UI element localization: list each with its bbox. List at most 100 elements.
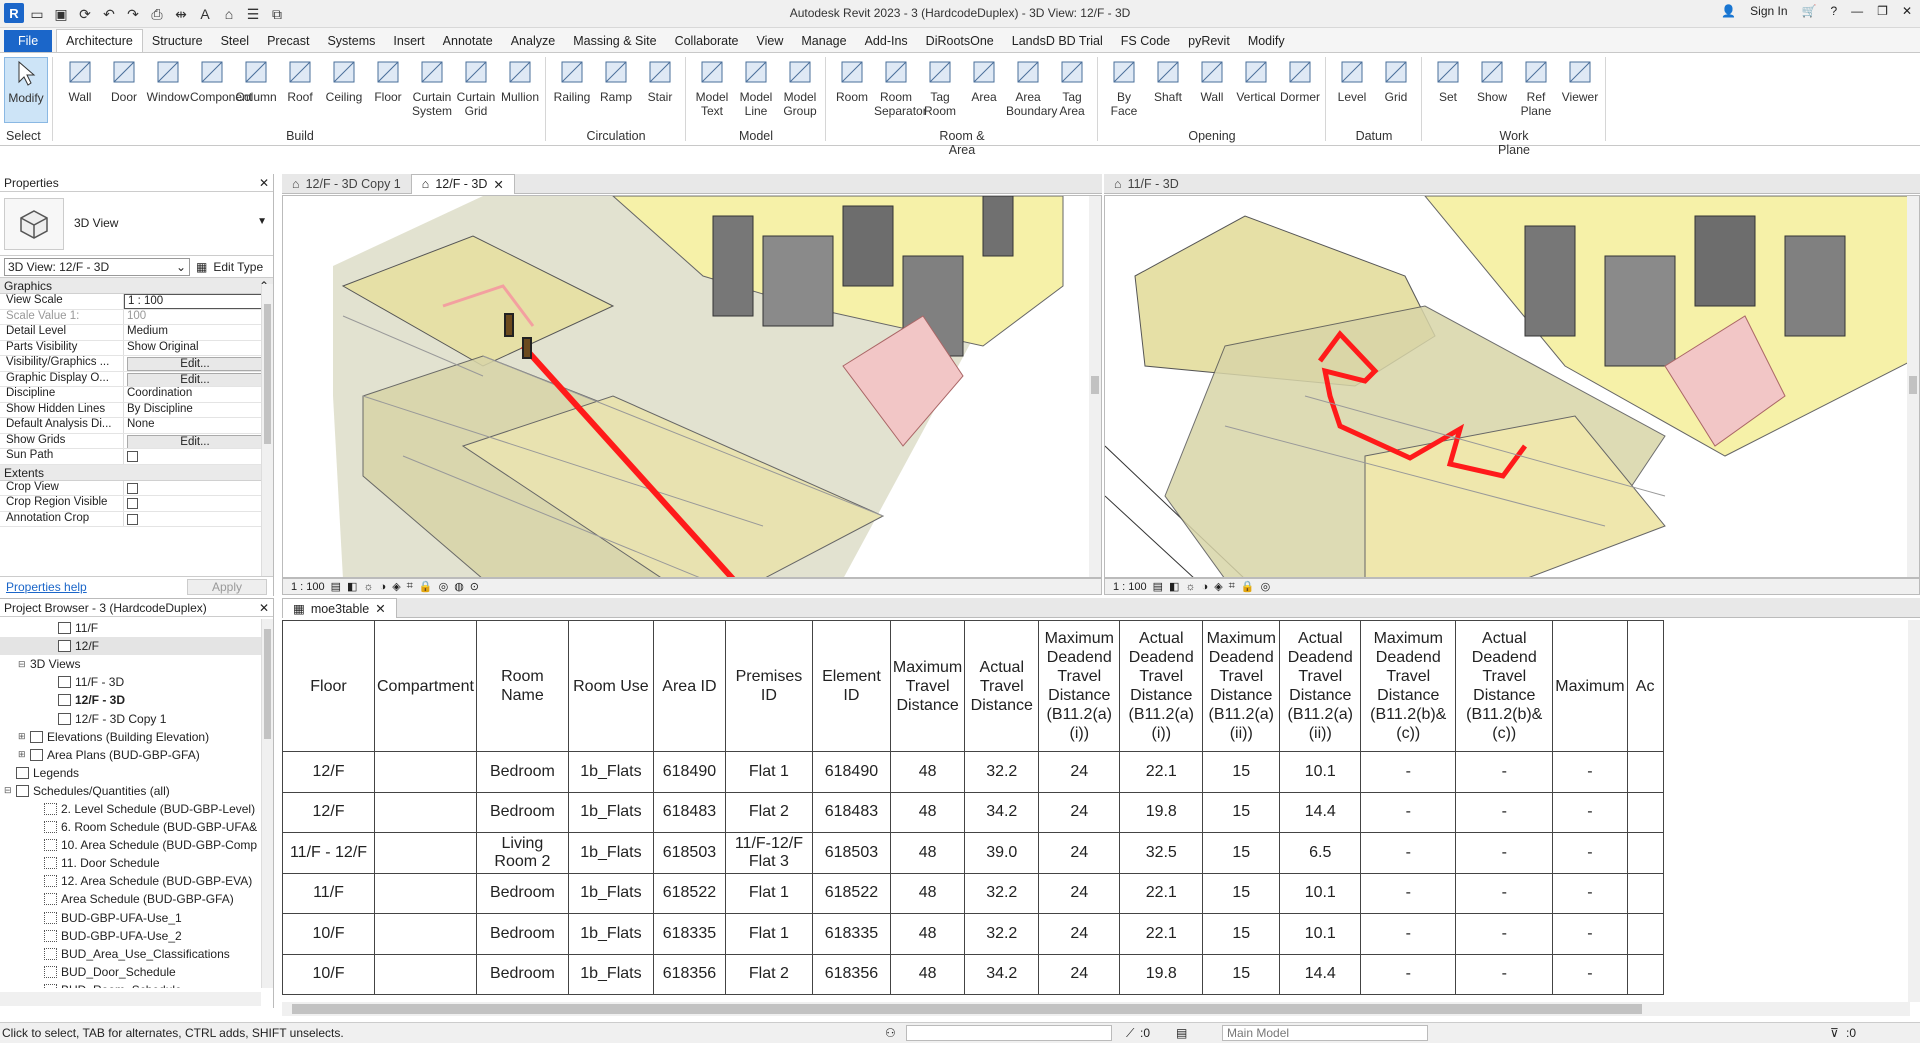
- browser-item-bud-gbp-ufa-use-2[interactable]: BUD-GBP-UFA-Use_2: [0, 927, 261, 945]
- table-cell[interactable]: -: [1360, 791, 1457, 833]
- column-header-ac[interactable]: Ac: [1626, 620, 1664, 752]
- table-row[interactable]: 10/F Bedroom 1b_Flats 618335 Flat 1 618335 48 3…: [282, 913, 1664, 955]
- model-line-button[interactable]: Model Line: [734, 57, 778, 118]
- table-cell[interactable]: [374, 832, 477, 874]
- table-cell[interactable]: 48: [889, 751, 966, 793]
- shadows-icon[interactable]: ◑: [1202, 581, 1209, 593]
- property-row-show-hidden-lines[interactable]: Show Hidden Lines By Discipline: [0, 402, 273, 418]
- room-separator-button[interactable]: Room Separator: [874, 57, 927, 118]
- table-cell[interactable]: 618522: [652, 872, 726, 914]
- tab-file[interactable]: File: [4, 30, 53, 52]
- column-header-actual-travel-distance[interactable]: Actual Travel Distance: [964, 620, 1040, 752]
- table-cell[interactable]: 22.1: [1119, 913, 1204, 955]
- expand-icon[interactable]: ⊟: [18, 659, 30, 670]
- tab-annotate[interactable]: Annotate: [434, 30, 502, 52]
- table-cell[interactable]: 618356: [811, 953, 891, 995]
- browser-scrollbar[interactable]: [261, 619, 273, 988]
- table-cell[interactable]: Flat 2: [724, 791, 813, 833]
- table-cell[interactable]: 618503: [652, 832, 726, 874]
- column-header-room-use[interactable]: Room Use: [567, 620, 654, 752]
- design-options-icon[interactable]: ▤: [1176, 1026, 1187, 1040]
- browser-item-10-area-schedule-bud-gbp-comp[interactable]: 10. Area Schedule (BUD-GBP-Comp: [0, 836, 261, 854]
- close-icon[interactable]: ✕: [375, 601, 385, 616]
- table-cell[interactable]: [374, 913, 477, 955]
- tab-pyrevit[interactable]: pyRevit: [1179, 30, 1239, 52]
- property-row-visibility-graphics[interactable]: Visibility/Graphics ... Edit...: [0, 356, 273, 372]
- table-cell[interactable]: [374, 872, 477, 914]
- by-face-button[interactable]: By Face: [1102, 57, 1146, 118]
- table-cell[interactable]: [1626, 872, 1664, 914]
- browser-hscrollbar[interactable]: [0, 992, 261, 1006]
- model-group-button[interactable]: Model Group: [778, 57, 822, 118]
- view-scale[interactable]: 1 : 100: [1113, 581, 1147, 593]
- apply-button[interactable]: Apply: [187, 578, 267, 595]
- switch-windows-icon[interactable]: ⧉: [266, 3, 288, 25]
- table-cell[interactable]: 34.2: [964, 791, 1040, 833]
- edit-button[interactable]: Edit...: [127, 357, 263, 371]
- browser-item-12-area-schedule-bud-gbp-eva[interactable]: 12. Area Schedule (BUD-GBP-EVA): [0, 872, 261, 890]
- column-header-room-name[interactable]: Room Name: [475, 620, 569, 752]
- property-row-parts-visibility[interactable]: Parts Visibility Show Original: [0, 340, 273, 356]
- browser-item-3d-views[interactable]: ⊟ 3D Views: [0, 655, 261, 673]
- table-cell[interactable]: 15: [1202, 791, 1281, 833]
- edit-type-icon[interactable]: ▦: [196, 260, 207, 274]
- maximize-button[interactable]: ❐: [1877, 4, 1888, 18]
- browser-item-schedules-quantities-all[interactable]: ⊟ Schedules/Quantities (all): [0, 782, 261, 800]
- hide-icon[interactable]: ◎: [1261, 580, 1271, 593]
- curtain-system-button[interactable]: Curtain System: [410, 57, 454, 118]
- table-cell[interactable]: -: [1455, 872, 1554, 914]
- table-cell[interactable]: 48: [889, 791, 966, 833]
- table-cell[interactable]: -: [1360, 953, 1457, 995]
- table-cell[interactable]: 11/F-12/F Flat 3: [724, 832, 813, 874]
- temp-hide-icon[interactable]: ◍: [454, 580, 464, 593]
- table-cell[interactable]: -: [1455, 832, 1554, 874]
- table-cell[interactable]: 14.4: [1279, 953, 1362, 995]
- table-cell[interactable]: 1b_Flats: [567, 913, 654, 955]
- crop-icon[interactable]: ⌗: [1229, 580, 1235, 593]
- vertical-button[interactable]: Vertical: [1234, 57, 1278, 104]
- render-icon[interactable]: ◈: [392, 580, 400, 593]
- tab-fs-code[interactable]: FS Code: [1112, 30, 1179, 52]
- table-row[interactable]: 10/F Bedroom 1b_Flats 618356 Flat 2 618356 48 3…: [282, 953, 1664, 995]
- component-button[interactable]: Component: [190, 57, 252, 104]
- tab-architecture[interactable]: Architecture: [56, 29, 143, 52]
- table-cell[interactable]: 32.2: [964, 872, 1040, 914]
- table-cell[interactable]: -: [1552, 751, 1628, 793]
- table-cell[interactable]: -: [1455, 953, 1554, 995]
- table-cell[interactable]: Living Room 2: [475, 832, 569, 874]
- property-row-discipline[interactable]: Discipline Coordination: [0, 387, 273, 403]
- table-cell[interactable]: Flat 2: [724, 953, 813, 995]
- table-cell[interactable]: -: [1455, 791, 1554, 833]
- close-button[interactable]: ✕: [1902, 4, 1912, 18]
- table-cell[interactable]: -: [1552, 791, 1628, 833]
- column-header-maximum-deadend-travel-distance-b11-2-a-ii[interactable]: Maximum Deadend Travel Distance (B11.2(a…: [1202, 620, 1281, 752]
- table-cell[interactable]: Bedroom: [475, 953, 569, 995]
- ref-plane-button[interactable]: Ref Plane: [1514, 57, 1558, 118]
- column-header-premises-id[interactable]: Premises ID: [724, 620, 813, 752]
- shaft-button[interactable]: Shaft: [1146, 57, 1190, 104]
- editable-icon[interactable]: ⟋: [1126, 1026, 1134, 1041]
- viewer-button[interactable]: Viewer: [1558, 57, 1602, 104]
- table-cell[interactable]: Flat 1: [724, 872, 813, 914]
- table-cell[interactable]: 618490: [811, 751, 891, 793]
- edit-button[interactable]: Edit...: [127, 372, 263, 386]
- table-cell[interactable]: 24: [1038, 953, 1121, 995]
- table-cell[interactable]: -: [1360, 832, 1457, 874]
- column-header-actual-deadend-travel-distance-b11-2-a-ii[interactable]: Actual Deadend Travel Distance (B11.2(a)…: [1279, 620, 1362, 752]
- table-cell[interactable]: 48: [889, 872, 966, 914]
- table-cell[interactable]: 10/F: [282, 913, 375, 955]
- hide-icon[interactable]: ◎: [439, 580, 449, 593]
- text-icon[interactable]: A: [194, 3, 216, 25]
- schedule-view[interactable]: Floor Compartment Room Name Room Use Area ID…: [282, 620, 1910, 1002]
- table-cell[interactable]: -: [1552, 872, 1628, 914]
- tag-area-button[interactable]: Tag Area: [1050, 57, 1094, 118]
- table-cell[interactable]: 11/F - 12/F: [282, 832, 375, 874]
- table-cell[interactable]: 22.1: [1119, 751, 1204, 793]
- property-row-scale-value-1[interactable]: Scale Value 1: 100: [0, 309, 273, 325]
- revit-logo-icon[interactable]: R: [4, 3, 24, 23]
- browser-item-elevations-building-elevation[interactable]: ⊞ Elevations (Building Elevation): [0, 728, 261, 746]
- table-cell[interactable]: 618335: [652, 913, 726, 955]
- table-cell[interactable]: 618483: [652, 791, 726, 833]
- browser-item-12-f-3d-copy-1[interactable]: 12/F - 3D Copy 1: [0, 709, 261, 727]
- table-cell[interactable]: 1b_Flats: [567, 832, 654, 874]
